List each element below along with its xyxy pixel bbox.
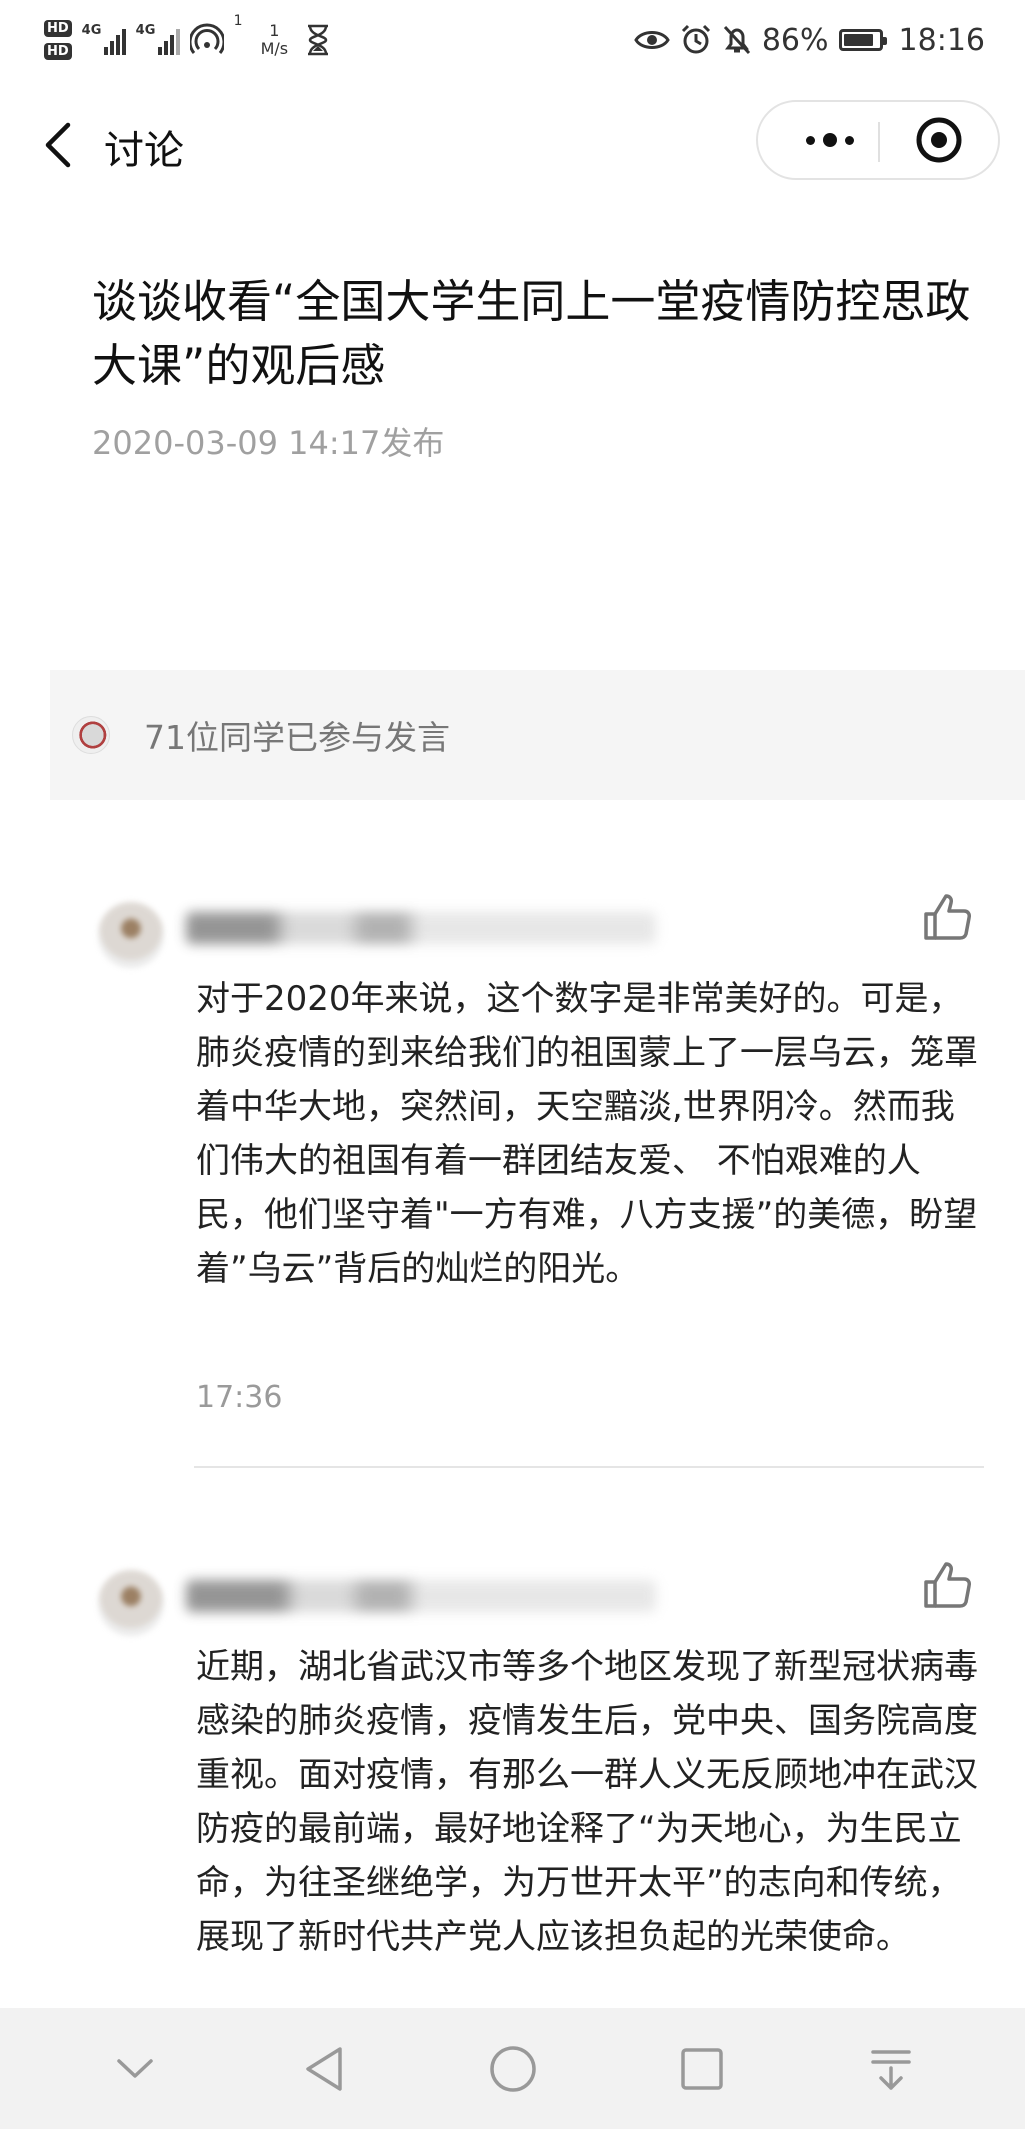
signal-icon-1: 4G (81, 23, 126, 55)
commenter-name-blurred (186, 1580, 656, 1612)
speed-value: 1 (269, 21, 280, 40)
network-label-2: 4G (135, 23, 156, 38)
comment-text: 近期，湖北省武汉市等多个地区发现了新型冠状病毒感染的肺炎疫情，疫情发生后，党中央… (196, 1647, 978, 1957)
like-button[interactable] (920, 1558, 974, 1612)
nav-title: 讨论 (104, 128, 184, 174)
more-button[interactable] (782, 102, 878, 178)
participants-count: 71位同学已参与发言 (144, 718, 450, 757)
battery-icon (838, 29, 887, 51)
recents-square-icon (680, 2047, 723, 2090)
chevron-down-icon (116, 2058, 153, 2078)
chevron-left-icon (45, 122, 71, 168)
comment-item: 近期，湖北省武汉市等多个地区发现了新型冠状病毒感染的肺炎疫情，疫情发生后，党中央… (0, 1548, 1025, 2008)
hd-badge-2: HD (44, 43, 72, 60)
battery-fill (843, 34, 873, 46)
mute-bell-icon (723, 25, 750, 55)
network-speed: 1 M/s (261, 22, 289, 58)
back-triangle-icon (305, 2046, 342, 2091)
network-label-1: 4G (81, 23, 102, 38)
thumbs-up-icon (924, 894, 971, 940)
hide-nav-button[interactable] (105, 2039, 165, 2099)
thumbs-up-icon (924, 1562, 971, 1608)
avatar[interactable] (98, 902, 164, 968)
system-navigation-bar (0, 2008, 1025, 2129)
hourglass-icon (308, 24, 329, 56)
avatar[interactable] (98, 1570, 164, 1636)
eye-icon (634, 31, 670, 49)
home-circle-icon (489, 2045, 536, 2092)
back-button[interactable] (34, 115, 84, 175)
comment-text: 对于2020年来说，这个数字是非常美好的。可是，肺炎疫情的到来给我们的祖国蒙上了… (196, 979, 978, 1289)
status-right: 86% 18:16 (634, 18, 985, 62)
alarm-icon (681, 24, 710, 54)
speed-unit: M/s (260, 39, 289, 58)
more-dots-icon (806, 135, 815, 145)
close-miniprogram-button[interactable] (880, 102, 998, 178)
status-left: HD HD 4G 4G 1 1 M/s (44, 12, 332, 68)
notification-pulldown-button[interactable] (861, 2039, 921, 2099)
hotspot-icon (189, 23, 224, 54)
signal-icon-2: 4G (135, 23, 180, 55)
article-title: 谈谈收看“全国大学生同上一堂疫情防控思政大课”的观后感 (92, 275, 971, 392)
system-home-button[interactable] (483, 2039, 543, 2099)
hotspot-count: 1 (233, 13, 243, 29)
navigation-bar: 讨论 (0, 100, 1025, 190)
participant-avatar (72, 716, 110, 754)
status-bar: HD HD 4G 4G 1 1 M/s 86% 18:16 (0, 0, 1025, 80)
comment-item: 对于2020年来说，这个数字是非常美好的。可是，肺炎疫情的到来给我们的祖国蒙上了… (0, 880, 1025, 1480)
miniprogram-capsule (756, 100, 1000, 180)
article-date: 2020-03-09 14:17发布 (92, 424, 445, 462)
participants-bar[interactable]: 71位同学已参与发言 (50, 670, 1025, 800)
comment-time: 17:36 (196, 1380, 283, 1415)
comment-divider (194, 1466, 984, 1468)
target-circle-icon (916, 117, 962, 163)
battery-percent: 86% (761, 22, 829, 58)
hd-badge-1: HD (44, 20, 72, 37)
like-button[interactable] (920, 890, 974, 944)
pull-down-icon (870, 2049, 911, 2090)
commenter-name-blurred (186, 912, 656, 944)
system-recents-button[interactable] (672, 2039, 732, 2099)
system-back-button[interactable] (294, 2039, 354, 2099)
clock: 18:16 (898, 22, 985, 58)
hd-icons: HD HD (44, 20, 72, 60)
